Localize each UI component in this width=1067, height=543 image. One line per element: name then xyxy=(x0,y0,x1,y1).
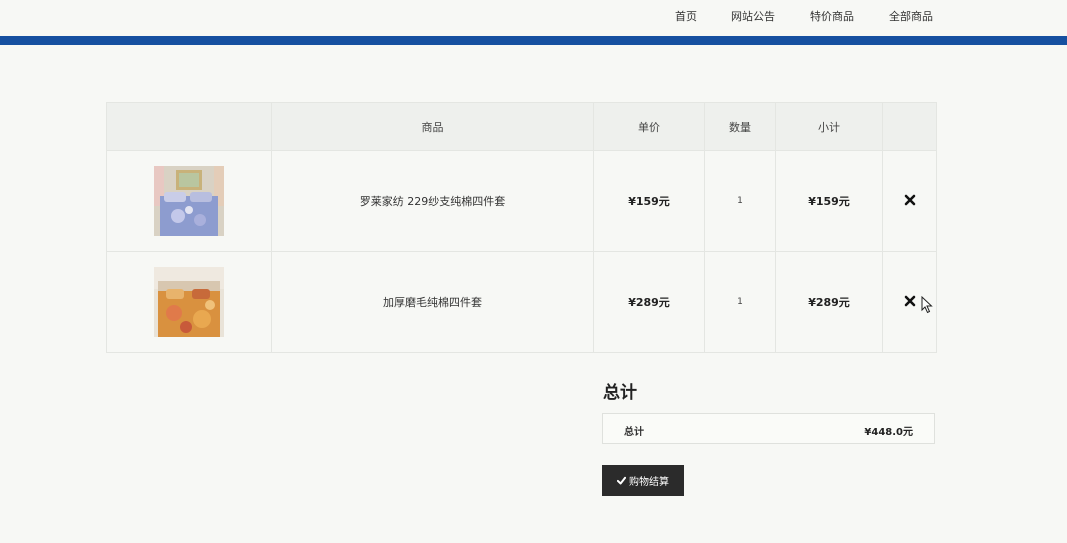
unit-price: ¥159元 xyxy=(593,150,705,252)
cart-header-row: 商品 单价 数量 小计 xyxy=(106,102,937,151)
product-image-cell xyxy=(106,251,272,353)
product-name[interactable]: 加厚磨毛纯棉四件套 xyxy=(271,251,594,353)
checkout-button[interactable]: 购物结算 xyxy=(602,465,684,496)
product-thumbnail[interactable] xyxy=(154,166,224,236)
remove-item-close-icon[interactable] xyxy=(904,295,916,307)
remove-item-close-icon[interactable] xyxy=(904,194,916,206)
nav-announcements-link[interactable]: 网站公告 xyxy=(731,8,775,24)
top-navigation: 首页 网站公告 特价商品 全部商品 xyxy=(0,0,1067,36)
header-image xyxy=(106,102,272,151)
mouse-cursor-icon xyxy=(921,296,933,314)
totals-label: 总计 xyxy=(624,427,644,438)
header-product: 商品 xyxy=(271,102,594,151)
header-accent-bar xyxy=(0,36,1067,45)
cart-table: 商品 单价 数量 小计 罗莱家纺 229纱支纯棉四件套 ¥159元 1 ¥159… xyxy=(106,102,937,353)
product-image-cell xyxy=(106,150,272,252)
unit-price: ¥289元 xyxy=(593,251,705,353)
nav-home-link[interactable]: 首页 xyxy=(675,8,697,24)
product-thumbnail[interactable] xyxy=(154,267,224,337)
cart-row: 罗莱家纺 229纱支纯棉四件套 ¥159元 1 ¥159元 xyxy=(106,150,937,252)
quantity[interactable]: 1 xyxy=(704,150,776,252)
header-remove xyxy=(882,102,937,151)
totals-summary: 总计 ¥448.0元 xyxy=(602,413,935,444)
subtotal: ¥159元 xyxy=(775,150,883,252)
nav-specials-link[interactable]: 特价商品 xyxy=(810,8,854,24)
header-subtotal: 小计 xyxy=(775,102,883,151)
nav-all-products-link[interactable]: 全部商品 xyxy=(889,8,933,24)
subtotal: ¥289元 xyxy=(775,251,883,353)
totals-value: ¥448.0元 xyxy=(864,427,913,438)
cart-row: 加厚磨毛纯棉四件套 ¥289元 1 ¥289元 xyxy=(106,251,937,353)
product-name[interactable]: 罗莱家纺 229纱支纯棉四件套 xyxy=(271,150,594,252)
header-unit-price: 单价 xyxy=(593,102,705,151)
remove-cell xyxy=(882,150,937,252)
check-icon xyxy=(617,476,626,485)
quantity[interactable]: 1 xyxy=(704,251,776,353)
checkout-label: 购物结算 xyxy=(629,477,669,488)
header-quantity: 数量 xyxy=(704,102,776,151)
totals-heading: 总计 xyxy=(603,383,637,403)
